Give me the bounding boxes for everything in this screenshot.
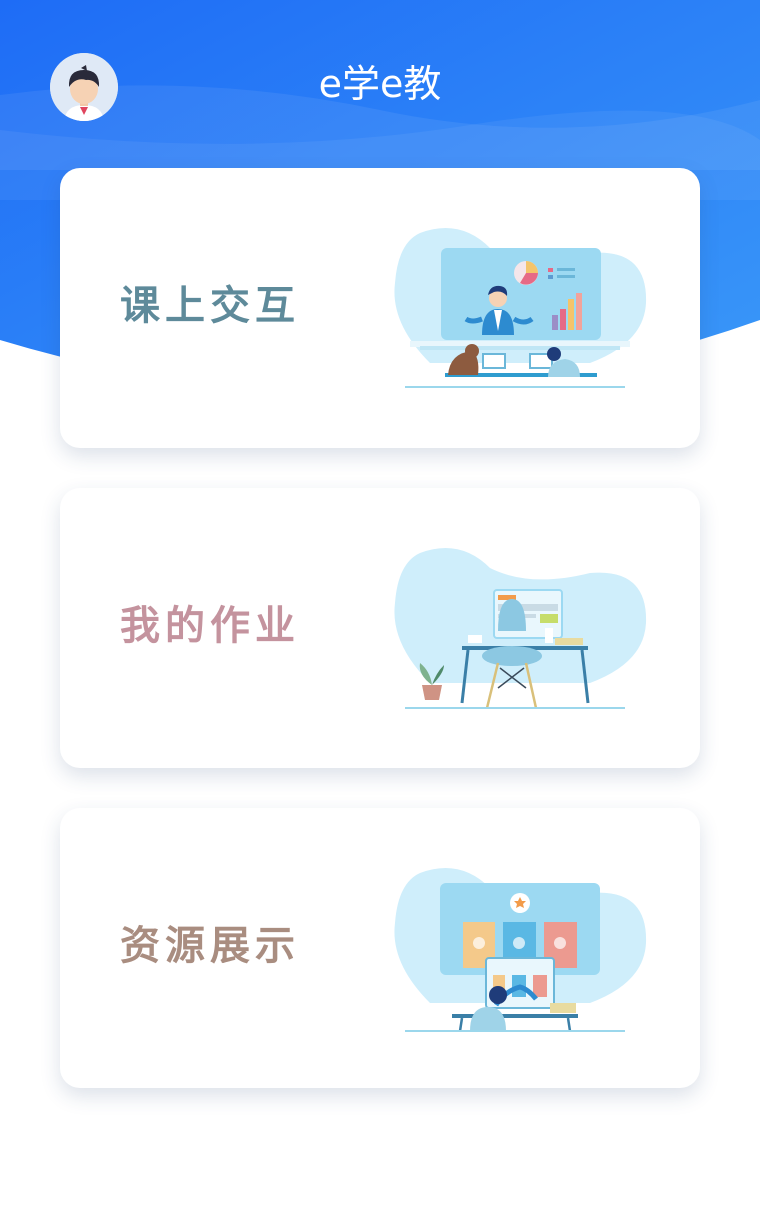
card-class-interaction[interactable]: 课上交互 [60,168,700,448]
classroom-interaction-illustration [394,228,647,388]
card-title: 课上交互 [120,283,300,329]
card-resource-display[interactable]: 资源展示 [60,808,700,1088]
resource-display-illustration [394,868,647,1032]
card-title: 我的作业 [120,603,300,649]
app-title: e学e教 [318,62,442,106]
card-title: 资源展示 [120,923,300,969]
card-my-homework[interactable]: 我的作业 [60,488,700,768]
homework-desk-illustration [394,548,647,709]
